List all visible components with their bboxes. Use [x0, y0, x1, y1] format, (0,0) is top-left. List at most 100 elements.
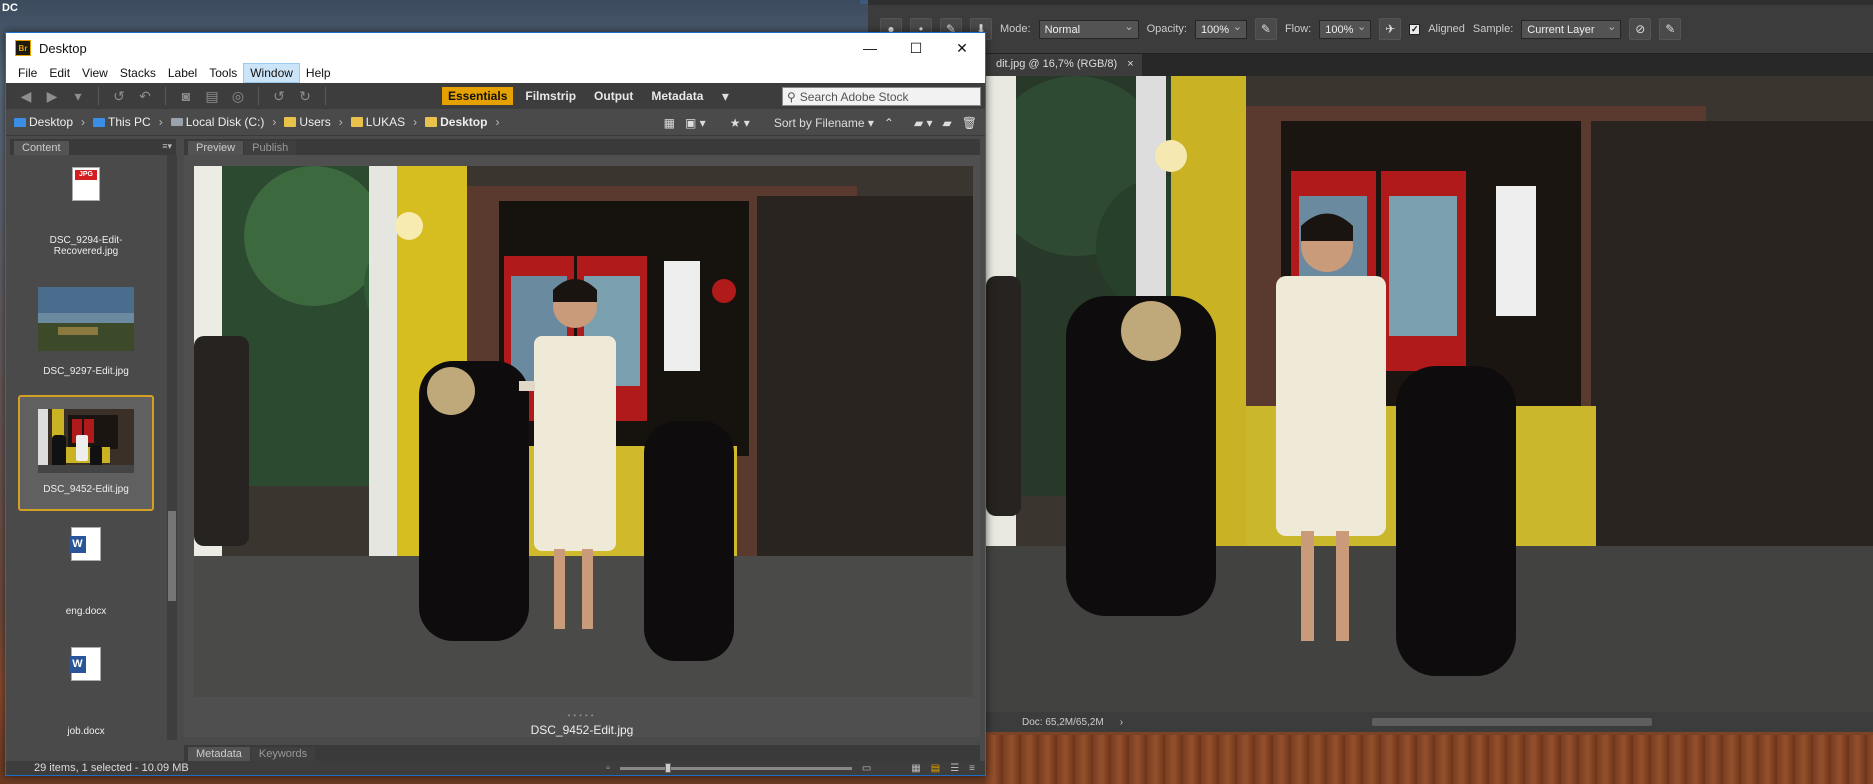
thumbnail-item[interactable]: W eng.docx [18, 515, 154, 631]
content-scrollbar[interactable] [167, 155, 177, 740]
workspace-tab-output[interactable]: Output [588, 87, 639, 105]
preview-panel: Preview Publish ••••• DSC_9452-Edit.jpg [184, 139, 980, 737]
opacity-field[interactable]: 100% [1194, 19, 1247, 39]
bridge-window[interactable]: Br Desktop — ☐ ✕ File Edit View Stacks L… [5, 32, 986, 776]
thumbnail-item-selected[interactable]: DSC_9452-Edit.jpg [18, 395, 154, 511]
computer-icon [93, 117, 106, 127]
thumbnail-item[interactable]: W job.docx [18, 635, 154, 740]
photoshop-canvas[interactable] [986, 76, 1873, 713]
search-placeholder: Search Adobe Stock [799, 89, 909, 104]
tab-metadata[interactable]: Metadata [188, 747, 250, 761]
menu-tools[interactable]: Tools [203, 64, 243, 82]
minimize-icon[interactable]: — [847, 33, 893, 63]
breadcrumb-separator-icon[interactable]: › [491, 115, 503, 129]
thumbnail-size-slider-knob[interactable] [665, 762, 672, 773]
breadcrumb-this-pc[interactable]: This PC [93, 115, 151, 129]
bridge-title-bar[interactable]: Br Desktop — ☐ ✕ [6, 33, 985, 63]
photoshop-status-bar: Doc: 65,2M/65,2M › [986, 712, 1873, 732]
breadcrumb-separator-icon[interactable]: › [268, 115, 280, 129]
pressure-size-icon[interactable]: ✎ [1659, 18, 1682, 40]
breadcrumb-local-disk[interactable]: Local Disk (C:) [170, 115, 265, 129]
open-in-camera-raw-icon[interactable]: ◎ [228, 86, 248, 106]
workspace-tab-metadata[interactable]: Metadata [645, 87, 709, 105]
list-view-icon[interactable]: ≡ [969, 763, 975, 774]
thumbnail-label: DSC_9294-Edit-Recovered.jpg [49, 235, 123, 257]
menu-edit[interactable]: Edit [43, 64, 76, 82]
breadcrumb: Desktop › This PC › Local Disk (C:) › Us… [6, 109, 985, 136]
breadcrumb-desktop[interactable]: Desktop [14, 115, 73, 129]
rotate-left-icon[interactable]: ↺ [269, 86, 289, 106]
breadcrumb-current-folder[interactable]: Desktop [425, 115, 487, 129]
sample-select[interactable]: Current Layer [1521, 19, 1622, 39]
path-bar-tools: ▦ ▣ ▾ ★ ▾ Sort by Filename ▾ ⌃ ▰ ▾ ▰ 🗑 [664, 109, 977, 136]
breadcrumb-users[interactable]: Users [284, 115, 331, 129]
view-grid-icon[interactable]: ▣ ▾ [685, 116, 706, 130]
details-view-icon[interactable]: ☰ [950, 763, 959, 774]
document-tab[interactable]: dit.jpg @ 16,7% (RGB/8) × [986, 54, 1142, 76]
desktop-icon [14, 117, 26, 127]
menu-file[interactable]: File [12, 64, 43, 82]
search-field[interactable]: ⚲ Search Adobe Stock [782, 87, 981, 106]
boomerang-icon[interactable]: ↶ [135, 86, 155, 106]
workspace-menu-chevron-icon[interactable]: ▾ [715, 86, 735, 106]
return-to-photoshop-icon[interactable]: ↺ [109, 86, 129, 106]
recent-folders-icon[interactable]: ▾ [68, 86, 88, 106]
ignore-adjustment-icon[interactable]: ⊘ [1629, 18, 1652, 40]
back-arrow-icon[interactable]: ◀ [16, 86, 36, 106]
airbrush-icon[interactable]: ✈ [1379, 18, 1402, 40]
open-recent-icon[interactable]: ▰ ▾ [914, 116, 933, 130]
breadcrumb-separator-icon[interactable]: › [335, 115, 347, 129]
thumbnail-view-icon[interactable]: ▤ [931, 763, 940, 774]
mode-select[interactable]: Normal [1038, 19, 1139, 39]
menu-view[interactable]: View [76, 64, 114, 82]
tab-content[interactable]: Content [14, 141, 69, 155]
status-bar: 29 items, 1 selected - 10.09 MB ▫ ▭ ▦ ▤ … [6, 761, 985, 775]
thumbnail-item[interactable]: DSC_9297-Edit.jpg [18, 275, 154, 391]
horizontal-scrollbar[interactable] [1372, 718, 1652, 726]
zoom-in-icon[interactable]: ▭ [862, 763, 871, 774]
thumbnail-quality-icon[interactable]: ▦ [664, 116, 675, 130]
filter-star-icon[interactable]: ★ ▾ [730, 116, 750, 130]
photoshop-window[interactable]: ● • ✎ ⬇ Mode: Normal Opacity: 100% ✎ Flo… [868, 0, 1873, 732]
breadcrumb-separator-icon[interactable]: › [409, 115, 421, 129]
menu-help[interactable]: Help [300, 64, 337, 82]
flow-field[interactable]: 100% [1319, 19, 1372, 39]
status-menu-arrow-icon[interactable]: › [1120, 717, 1123, 728]
metadata-panel-tabbar: Metadata Keywords [184, 745, 980, 761]
menu-label[interactable]: Label [162, 64, 203, 82]
tab-keywords[interactable]: Keywords [250, 747, 316, 761]
breadcrumb-user-folder[interactable]: LUKAS [350, 115, 405, 129]
workspace-tab-essentials[interactable]: Essentials [442, 87, 514, 105]
grid-view-icon[interactable]: ▦ [911, 763, 920, 774]
thumbnail-label: DSC_9297-Edit.jpg [43, 366, 129, 377]
breadcrumb-separator-icon[interactable]: › [155, 115, 167, 129]
rotate-right-icon[interactable]: ↻ [295, 86, 315, 106]
zoom-out-icon[interactable]: ▫ [606, 763, 610, 774]
preview-image[interactable] [194, 166, 973, 697]
preview-drag-handle[interactable]: ••••• [184, 711, 980, 720]
forward-arrow-icon[interactable]: ▶ [42, 86, 62, 106]
document-tab-close-icon[interactable]: × [1127, 58, 1133, 76]
breadcrumb-separator-icon[interactable]: › [77, 115, 89, 129]
refine-icon[interactable]: ▤ [202, 86, 222, 106]
aligned-label: Aligned [1428, 23, 1465, 35]
menu-window[interactable]: Window [243, 63, 300, 83]
breadcrumb-local-disk-label: Local Disk (C:) [185, 115, 265, 129]
aligned-checkbox[interactable]: ✓ [1409, 23, 1421, 35]
tab-preview[interactable]: Preview [188, 141, 244, 155]
delete-icon[interactable]: 🗑 [962, 116, 977, 130]
thumbnail-size-slider[interactable] [619, 762, 852, 773]
pressure-opacity-icon[interactable]: ✎ [1254, 18, 1277, 40]
tab-publish[interactable]: Publish [244, 141, 297, 155]
thumbnail-item[interactable]: JPG DSC_9294-Edit-Recovered.jpg [18, 155, 154, 271]
new-folder-icon[interactable]: ▰ [943, 116, 952, 130]
close-icon[interactable]: ✕ [939, 33, 985, 63]
panel-menu-icon[interactable]: ≡▾ [162, 141, 172, 152]
content-scrollbar-thumb[interactable] [168, 511, 176, 601]
camera-download-icon[interactable]: ◙ [176, 86, 196, 106]
workspace-tab-filmstrip[interactable]: Filmstrip [519, 87, 582, 105]
sort-dropdown[interactable]: Sort by Filename ▾ [774, 116, 874, 130]
menu-stacks[interactable]: Stacks [114, 64, 162, 82]
sort-direction-icon[interactable]: ⌃ [884, 116, 894, 130]
maximize-icon[interactable]: ☐ [893, 33, 939, 63]
